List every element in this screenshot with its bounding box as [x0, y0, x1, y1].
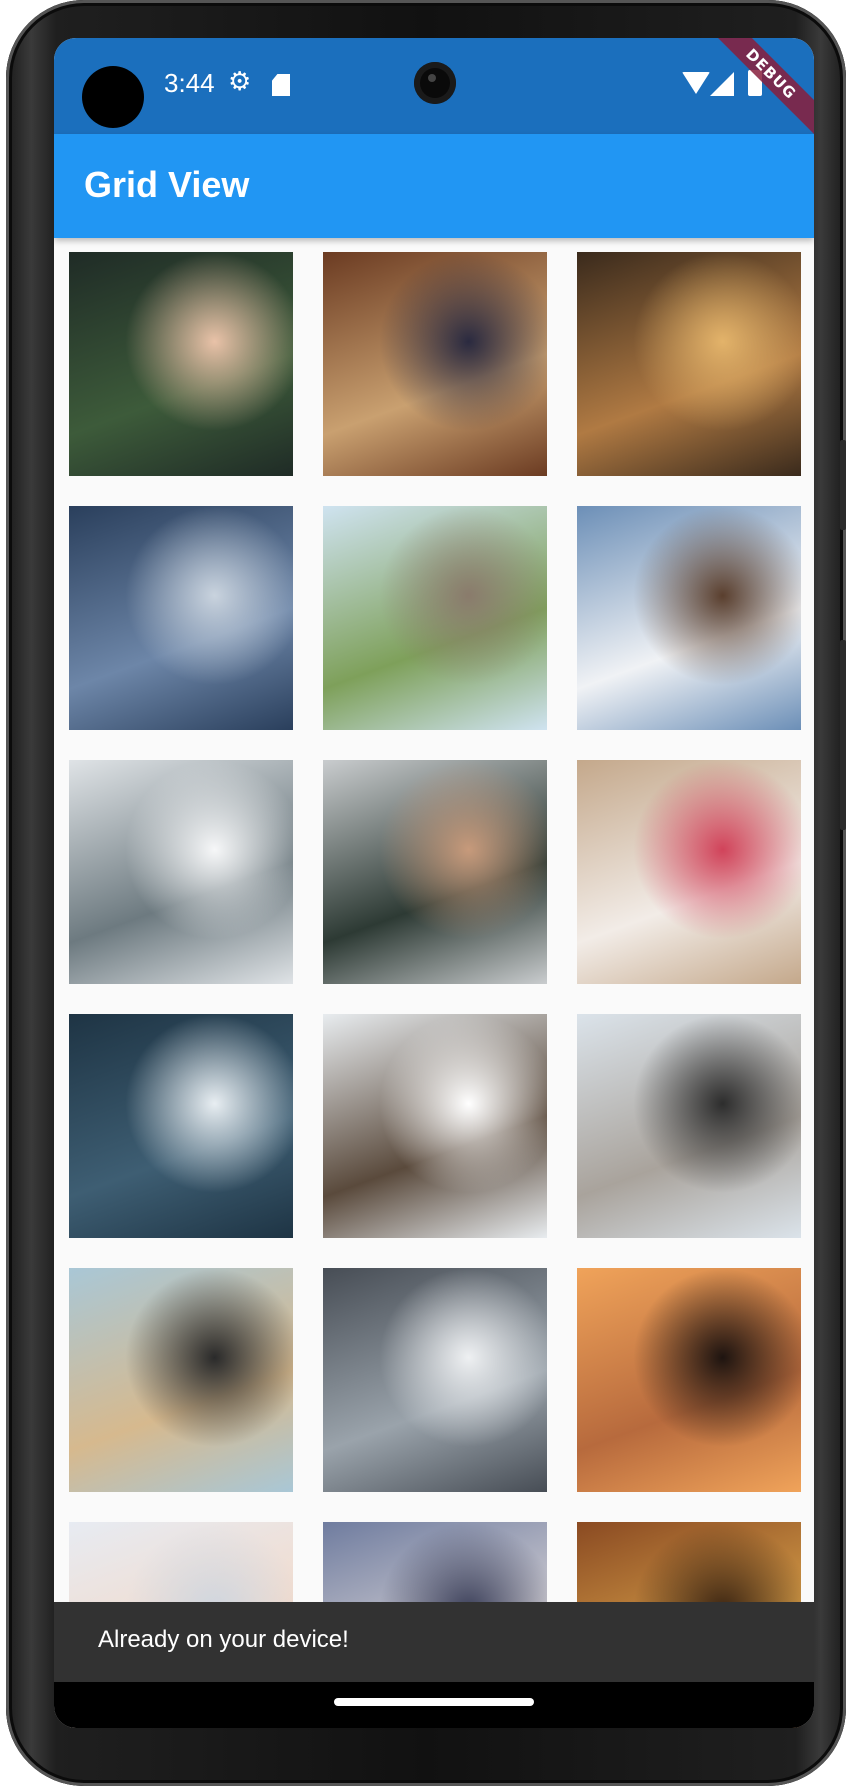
grid-image[interactable] [69, 1268, 293, 1492]
screen: 3:44 ⚙ DEBUG Grid View Already on your d… [54, 38, 814, 1728]
sd-card-icon [272, 74, 290, 96]
grid-image[interactable] [323, 506, 547, 730]
volume-button [840, 640, 846, 830]
gear-icon: ⚙ [228, 67, 252, 97]
power-button [840, 440, 846, 530]
snackbar: Already on your device! [54, 1602, 814, 1682]
grid-image[interactable] [323, 252, 547, 476]
home-indicator[interactable] [334, 1698, 534, 1706]
grid-image[interactable] [577, 252, 801, 476]
grid-image[interactable] [323, 1268, 547, 1492]
camera-cutout [82, 66, 144, 128]
page-title: Grid View [84, 164, 250, 205]
status-bar: 3:44 ⚙ DEBUG [54, 38, 814, 143]
grid-image[interactable] [323, 760, 547, 984]
grid-image[interactable] [577, 1268, 801, 1492]
grid-image[interactable] [577, 506, 801, 730]
grid-image[interactable] [577, 760, 801, 984]
grid-image[interactable] [577, 1014, 801, 1238]
grid-image[interactable] [69, 1014, 293, 1238]
image-grid[interactable] [69, 252, 801, 1728]
signal-icon [710, 72, 734, 96]
snackbar-message: Already on your device! [98, 1626, 349, 1653]
system-nav-bar [54, 1682, 814, 1728]
wifi-icon [682, 72, 710, 94]
grid-image[interactable] [69, 252, 293, 476]
grid-image[interactable] [69, 506, 293, 730]
grid-image[interactable] [323, 1014, 547, 1238]
phone-frame: 3:44 ⚙ DEBUG Grid View Already on your d… [6, 0, 846, 1786]
app-bar: Grid View [54, 134, 814, 238]
front-camera [414, 62, 456, 104]
status-time: 3:44 [164, 68, 215, 98]
grid-image[interactable] [69, 760, 293, 984]
